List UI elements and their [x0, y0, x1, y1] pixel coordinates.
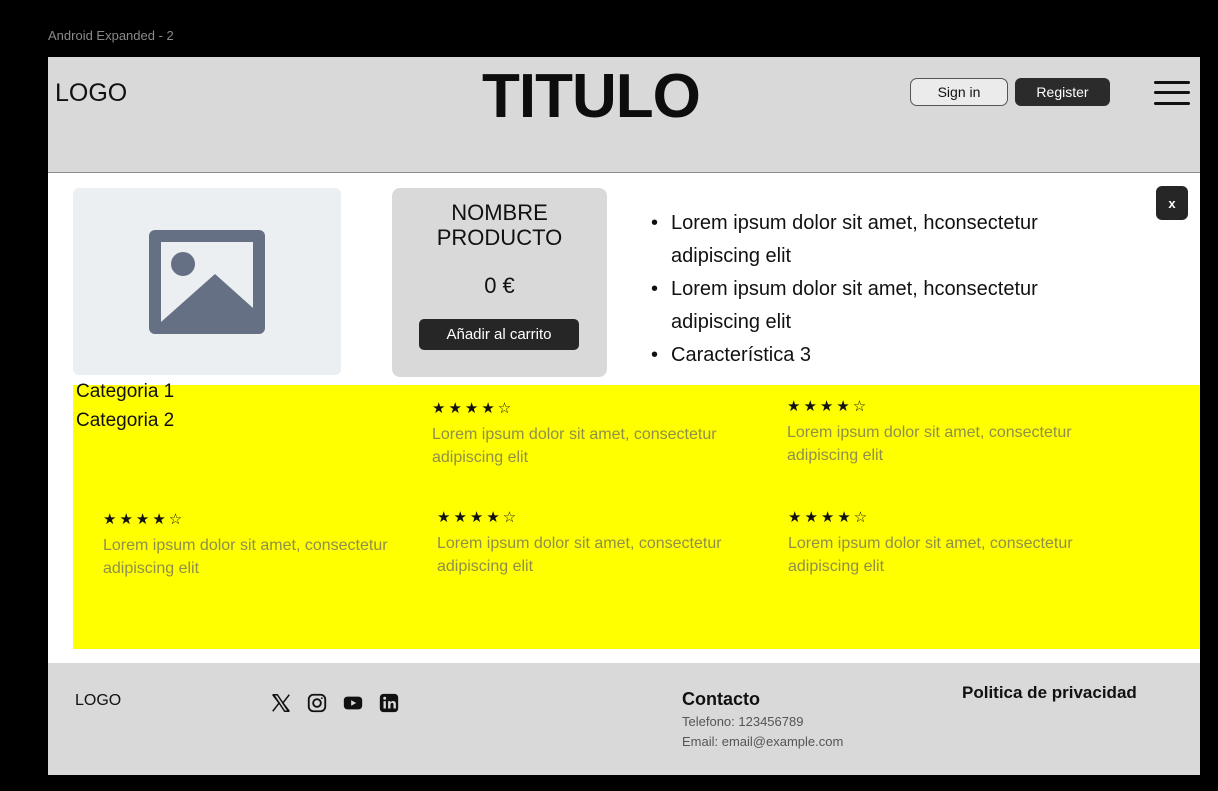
privacy-link[interactable]: Politica de privacidad	[962, 683, 1137, 703]
header: LOGO TITULO Sign in Register	[48, 57, 1200, 173]
product-card: NOMBRE PRODUCTO 0 € Añadir al carrito	[392, 188, 607, 377]
star-rating: ★★★★☆	[788, 509, 871, 526]
review-text: Lorem ipsum dolor sit amet, consectetur …	[432, 426, 717, 466]
review-text: Lorem ipsum dolor sit amet, consectetur …	[788, 535, 1073, 575]
x-icon[interactable]	[268, 690, 294, 716]
product-name: NOMBRE PRODUCTO	[436, 200, 563, 250]
star-rating: ★★★★☆	[787, 398, 870, 415]
feature-item: Característica 3	[651, 339, 1121, 372]
feature-item: Lorem ipsum dolor sit amet, hconsectetur…	[651, 273, 1121, 339]
signin-button[interactable]: Sign in	[910, 78, 1008, 106]
register-button[interactable]: Register	[1015, 78, 1110, 106]
linkedin-icon[interactable]	[376, 690, 402, 716]
contact-email[interactable]: Email: email@example.com	[682, 734, 843, 749]
category-link-1[interactable]: Categoria 1	[76, 381, 174, 403]
review-card: ★★★★☆ Lorem ipsum dolor sit amet, consec…	[103, 510, 403, 580]
product-price: 0 €	[484, 273, 515, 298]
hamburger-icon[interactable]	[1154, 79, 1190, 107]
image-placeholder-icon	[149, 229, 265, 334]
instagram-icon[interactable]	[304, 690, 330, 716]
contact-phone: Telefono: 123456789	[682, 714, 804, 729]
reviews-section: Categoria 1 Categoria 2 ★★★★☆ Lorem ipsu…	[73, 381, 1200, 649]
app-screen: LOGO TITULO Sign in Register NOMBRE PROD…	[48, 57, 1200, 775]
review-text: Lorem ipsum dolor sit amet, consectetur …	[787, 424, 1072, 464]
star-rating: ★★★★☆	[103, 511, 186, 528]
footer-logo[interactable]: LOGO	[75, 692, 121, 710]
close-button[interactable]: x	[1156, 186, 1188, 220]
youtube-icon[interactable]	[340, 690, 366, 716]
review-card: ★★★★☆ Lorem ipsum dolor sit amet, consec…	[432, 399, 732, 469]
review-card: ★★★★☆ Lorem ipsum dolor sit amet, consec…	[787, 397, 1087, 467]
frame-label: Android Expanded - 2	[48, 28, 174, 43]
review-card: ★★★★☆ Lorem ipsum dolor sit amet, consec…	[437, 508, 737, 578]
star-rating: ★★★★☆	[437, 509, 520, 526]
social-links	[268, 690, 402, 716]
feature-list: Lorem ipsum dolor sit amet, hconsectetur…	[651, 207, 1121, 372]
header-logo[interactable]: LOGO	[55, 79, 127, 108]
feature-item: Lorem ipsum dolor sit amet, hconsectetur…	[651, 207, 1121, 273]
review-text: Lorem ipsum dolor sit amet, consectetur …	[437, 535, 722, 575]
category-link-2[interactable]: Categoria 2	[76, 410, 174, 432]
footer: LOGO Contacto Telefono: 123456789 Email:…	[48, 663, 1200, 775]
contact-title: Contacto	[682, 689, 760, 709]
review-card: ★★★★☆ Lorem ipsum dolor sit amet, consec…	[788, 508, 1088, 578]
star-rating: ★★★★☆	[432, 400, 515, 417]
review-text: Lorem ipsum dolor sit amet, consectetur …	[103, 537, 388, 577]
product-image	[73, 188, 341, 375]
page-title: TITULO	[482, 62, 701, 131]
add-to-cart-button[interactable]: Añadir al carrito	[419, 319, 579, 350]
